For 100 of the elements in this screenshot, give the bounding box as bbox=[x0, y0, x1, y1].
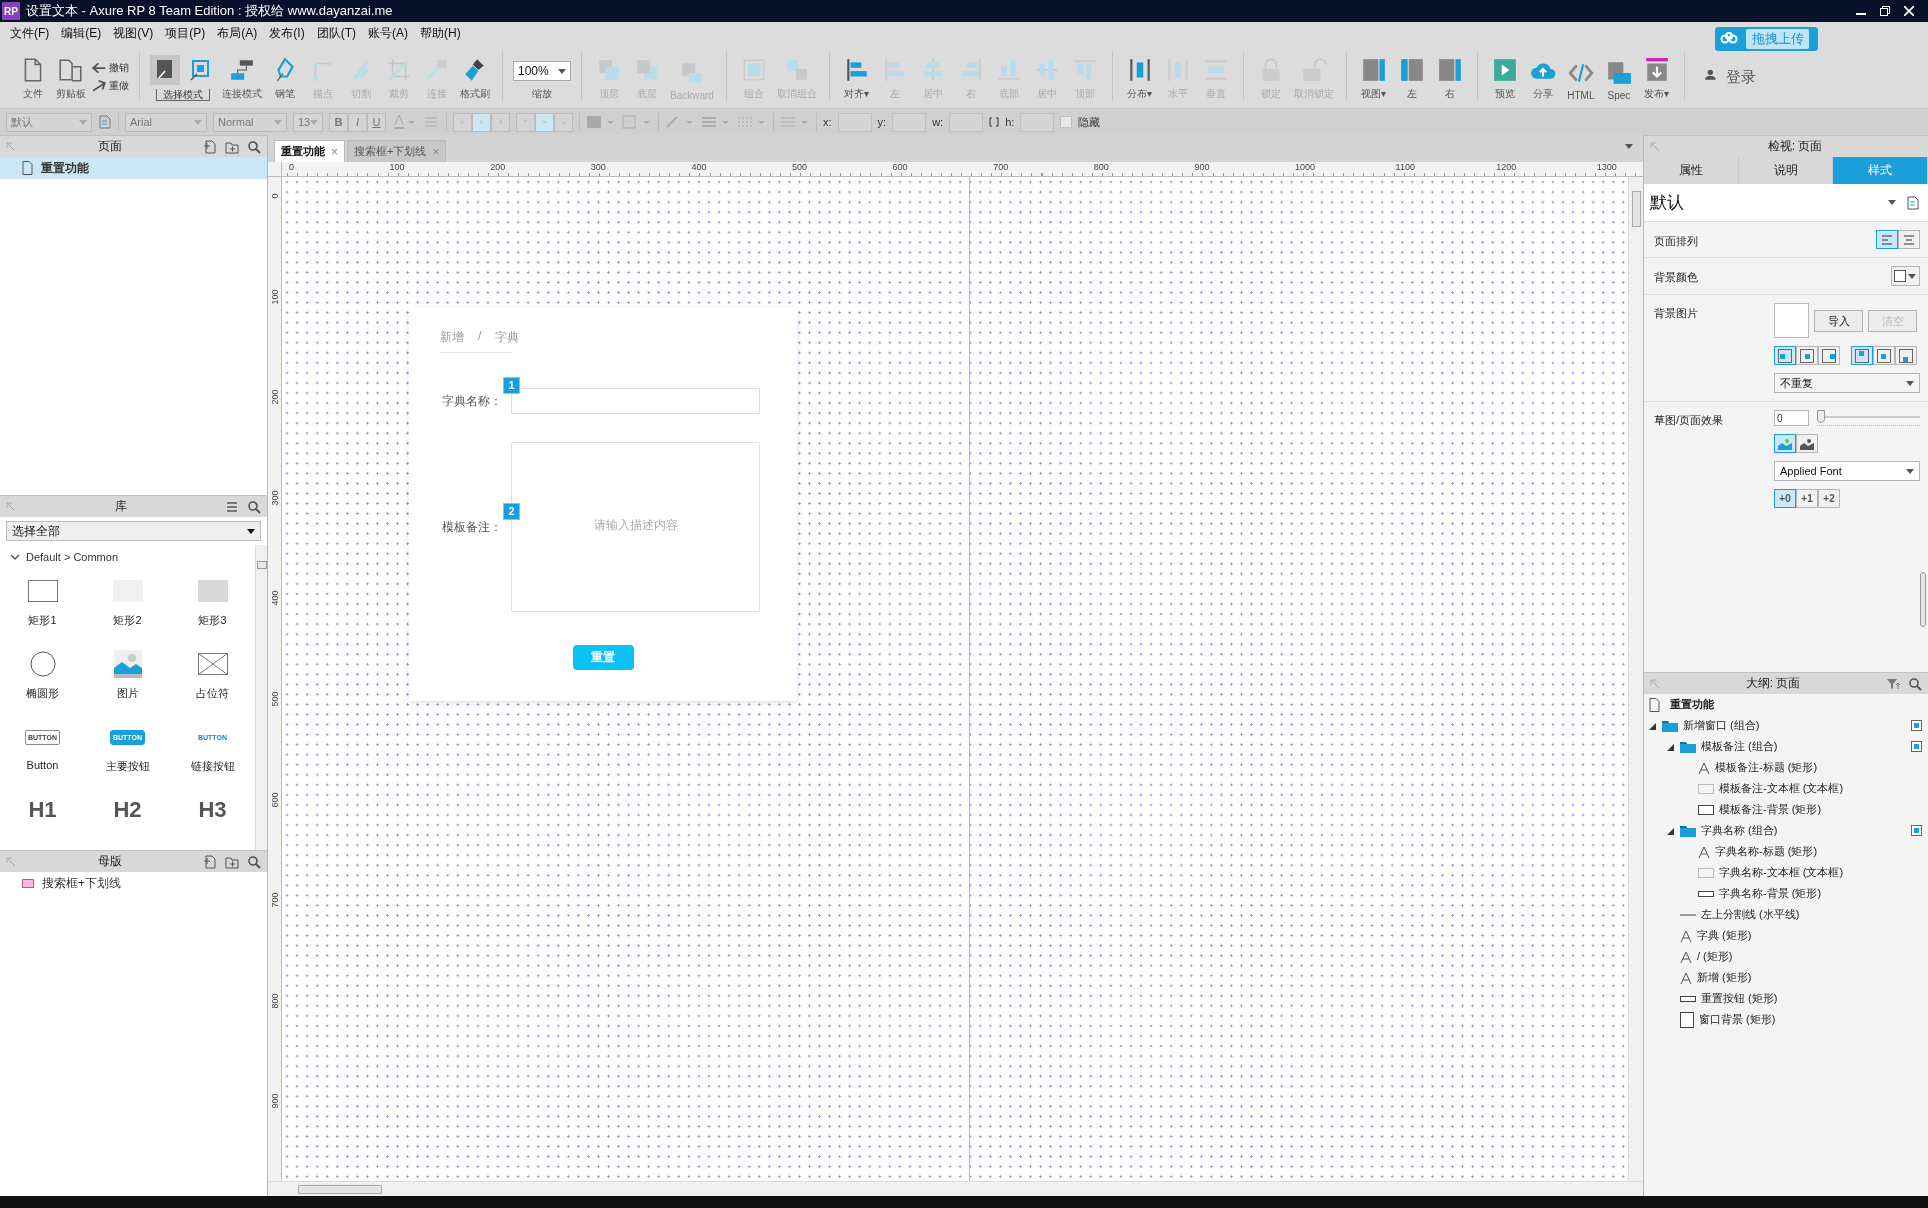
line-width-button[interactable]: +0 bbox=[1774, 489, 1796, 508]
heading-preview[interactable]: H3 bbox=[198, 797, 227, 823]
style-edit-icon[interactable] bbox=[1906, 195, 1920, 210]
outline-page[interactable]: 重置功能 bbox=[1670, 697, 1714, 712]
bold-button[interactable]: B bbox=[329, 112, 348, 132]
add-folder-icon[interactable] bbox=[225, 139, 239, 154]
toolbar-button[interactable]: 右 bbox=[1432, 53, 1467, 101]
color-mode-button[interactable] bbox=[1774, 434, 1796, 453]
collapse-icon[interactable] bbox=[6, 856, 16, 867]
style-edit-icon[interactable] bbox=[98, 115, 112, 129]
zoom-dropdown[interactable]: 100% bbox=[513, 61, 571, 81]
line-width-button[interactable]: +2 bbox=[1818, 489, 1840, 508]
add-page-icon[interactable] bbox=[203, 139, 217, 154]
layer-label[interactable]: 模板备注-文本框 (文本框) bbox=[1719, 781, 1844, 796]
menu-item[interactable]: 布局(A) bbox=[211, 22, 264, 44]
menu-item[interactable]: 文件(F) bbox=[4, 22, 56, 44]
inspector-tab[interactable]: 样式 bbox=[1833, 157, 1928, 184]
value-field[interactable]: 0 bbox=[1774, 410, 1809, 426]
library-dropdown[interactable]: 选择全部 bbox=[6, 521, 261, 541]
collapse-icon[interactable] bbox=[6, 501, 16, 512]
expanded-arrow-icon[interactable] bbox=[1667, 742, 1675, 751]
sketch-slider[interactable] bbox=[1817, 410, 1920, 426]
page-align-button[interactable] bbox=[1876, 230, 1898, 249]
font-color-icon[interactable] bbox=[392, 113, 416, 131]
layer-label[interactable]: 左上分割线 (水平线) bbox=[1701, 907, 1800, 922]
image-icon[interactable] bbox=[113, 650, 142, 678]
layer-label[interactable]: 重置按钮 (矩形) bbox=[1701, 991, 1778, 1006]
heading-preview[interactable]: H1 bbox=[28, 797, 57, 823]
menu-item[interactable]: 发布(I) bbox=[263, 22, 311, 44]
image-align-button[interactable] bbox=[1774, 346, 1796, 365]
scrollbar[interactable] bbox=[1920, 572, 1926, 627]
layer-label[interactable]: 字典 (矩形) bbox=[1697, 928, 1752, 943]
image-align-button[interactable] bbox=[1873, 346, 1895, 365]
repeat-dropdown[interactable]: 不重复 bbox=[1774, 373, 1920, 393]
mode-button[interactable] bbox=[150, 55, 180, 85]
layer-label[interactable]: 新增窗口 (组合) bbox=[1683, 718, 1760, 733]
search-icon[interactable] bbox=[1908, 676, 1922, 691]
toolbar-button[interactable]: 撤销 bbox=[92, 61, 129, 75]
layer-label[interactable]: 模板备注-背景 (矩形) bbox=[1719, 802, 1822, 817]
chevron-icon[interactable] bbox=[10, 554, 20, 560]
import-button[interactable]: 导入 bbox=[1814, 310, 1863, 332]
toolbar-button[interactable]: 发布▾ bbox=[1639, 53, 1674, 101]
page-item[interactable]: 重置功能 bbox=[0, 157, 267, 179]
font-size-dropdown[interactable]: 13 bbox=[293, 112, 323, 132]
toolbar-button[interactable]: 分享 bbox=[1525, 53, 1560, 101]
menu-item[interactable]: 帮助(H) bbox=[414, 22, 467, 44]
image-align-button[interactable] bbox=[1818, 346, 1840, 365]
caret-icon[interactable] bbox=[1625, 144, 1633, 149]
add-folder-icon[interactable] bbox=[225, 854, 239, 869]
menu-item[interactable]: 团队(T) bbox=[310, 22, 362, 44]
underline-button[interactable]: U bbox=[367, 112, 386, 132]
layer-label[interactable]: 字典名称-文本框 (文本框) bbox=[1719, 865, 1844, 880]
master-item[interactable]: 搜索框+下划线 bbox=[0, 872, 267, 894]
inspector-tab[interactable]: 说明 bbox=[1738, 157, 1834, 184]
font-dropdown[interactable]: Applied Font bbox=[1774, 461, 1920, 481]
color-picker[interactable] bbox=[1891, 266, 1920, 286]
layer-label[interactable]: 新增 (矩形) bbox=[1697, 970, 1752, 985]
layer-label[interactable]: / (矩形) bbox=[1697, 949, 1733, 964]
collapse-icon[interactable] bbox=[1650, 141, 1660, 152]
menu-item[interactable]: 项目(P) bbox=[159, 22, 212, 44]
toolbar-button[interactable]: 分布▾ bbox=[1122, 53, 1157, 101]
layer-label[interactable]: 模板备注 (组合) bbox=[1701, 739, 1778, 754]
color-mode-button[interactable] bbox=[1796, 434, 1818, 453]
toolbar-button[interactable]: 重做 bbox=[92, 79, 129, 93]
toolbar-button[interactable]: 预览 bbox=[1487, 53, 1522, 101]
rectangle-icon[interactable] bbox=[27, 580, 58, 602]
toolbar-button[interactable]: 左 bbox=[1394, 53, 1429, 101]
toolbar-button[interactable]: HTML bbox=[1563, 53, 1598, 101]
heading-preview[interactable]: H2 bbox=[113, 797, 142, 823]
expanded-arrow-icon[interactable] bbox=[1667, 826, 1675, 835]
visibility-checkbox[interactable] bbox=[1911, 825, 1922, 836]
visibility-checkbox[interactable] bbox=[1911, 720, 1922, 731]
search-icon[interactable] bbox=[247, 139, 261, 154]
add-page-icon[interactable] bbox=[203, 854, 217, 869]
restore-icon[interactable] bbox=[1880, 6, 1890, 16]
toolbar-button[interactable]: 剪贴板 bbox=[54, 53, 88, 101]
toolbar-button[interactable]: 连接模式 bbox=[220, 53, 264, 101]
style-dropdown[interactable]: 默认 bbox=[6, 112, 92, 132]
tab-close[interactable]: × bbox=[331, 144, 338, 159]
circle-icon[interactable] bbox=[29, 651, 56, 677]
font-weight-dropdown[interactable]: Normal bbox=[213, 112, 287, 132]
search-icon[interactable] bbox=[247, 854, 261, 869]
font-dropdown[interactable]: Arial bbox=[125, 112, 207, 132]
line-width-button[interactable]: +1 bbox=[1796, 489, 1818, 508]
layer-label[interactable]: 模板备注-标题 (矩形) bbox=[1715, 760, 1818, 775]
input-field[interactable] bbox=[511, 388, 760, 414]
menu-icon[interactable] bbox=[225, 499, 239, 514]
login-button[interactable]: 登录 bbox=[1694, 53, 1766, 101]
filter-icon[interactable] bbox=[1886, 676, 1900, 691]
visibility-checkbox[interactable] bbox=[1911, 741, 1922, 752]
fill-color-icon[interactable] bbox=[586, 113, 616, 131]
layer-label[interactable]: 窗口背景 (矩形) bbox=[1699, 1012, 1776, 1027]
collapse-icon[interactable] bbox=[6, 141, 16, 152]
toolbar-button[interactable]: 格式刷 bbox=[458, 53, 492, 101]
inspector-tab[interactable]: 属性 bbox=[1644, 157, 1739, 184]
placeholder-icon[interactable] bbox=[197, 653, 228, 675]
layer-label[interactable]: 字典名称-背景 (矩形) bbox=[1719, 886, 1822, 901]
toolbar-button[interactable]: 钢笔 bbox=[268, 53, 302, 101]
page-align-button[interactable] bbox=[1898, 230, 1920, 249]
hidden-checkbox[interactable] bbox=[1060, 116, 1073, 128]
